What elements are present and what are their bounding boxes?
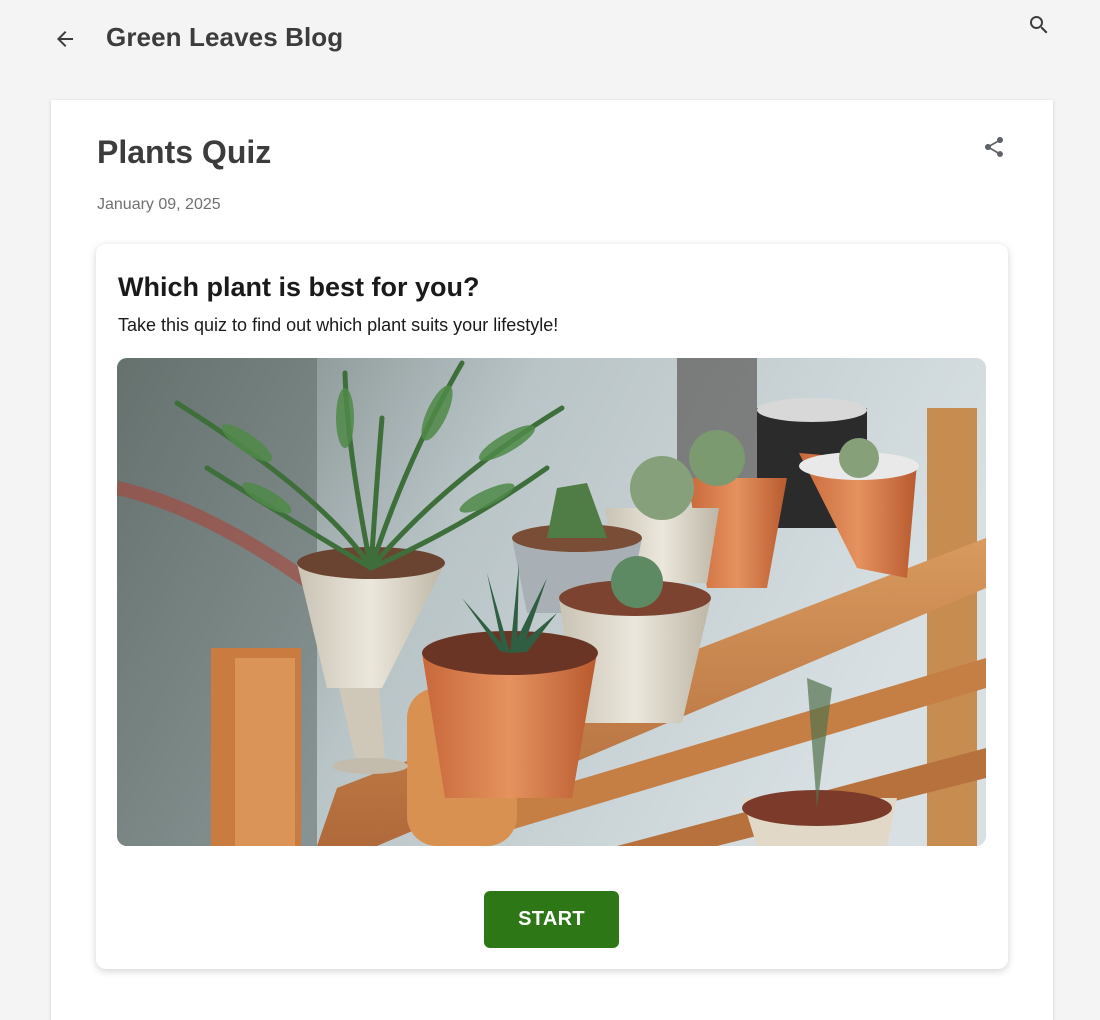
- search-icon: [1030, 16, 1048, 34]
- top-app-bar: Green Leaves Blog: [0, 0, 1100, 80]
- quiz-description: Take this quiz to find out which plant s…: [118, 315, 559, 335]
- blog-post: Plants Quiz January 09, 2025 Which plant…: [51, 100, 1053, 1020]
- post-date: January 09, 2025: [97, 196, 221, 213]
- share-icon: [985, 137, 1003, 157]
- quiz-card: Which plant is best for you? Take this q…: [96, 244, 1008, 969]
- post-title: Plants Quiz: [97, 134, 272, 170]
- back-button[interactable]: [50, 24, 80, 54]
- start-button[interactable]: START: [484, 891, 619, 948]
- plants-photo: [117, 358, 986, 846]
- blog-title[interactable]: Green Leaves Blog: [106, 22, 343, 53]
- quiz-heading: Which plant is best for you?: [118, 272, 480, 302]
- share-button[interactable]: [979, 132, 1009, 162]
- arrow-back-icon: [57, 31, 73, 47]
- search-button[interactable]: [1024, 10, 1054, 40]
